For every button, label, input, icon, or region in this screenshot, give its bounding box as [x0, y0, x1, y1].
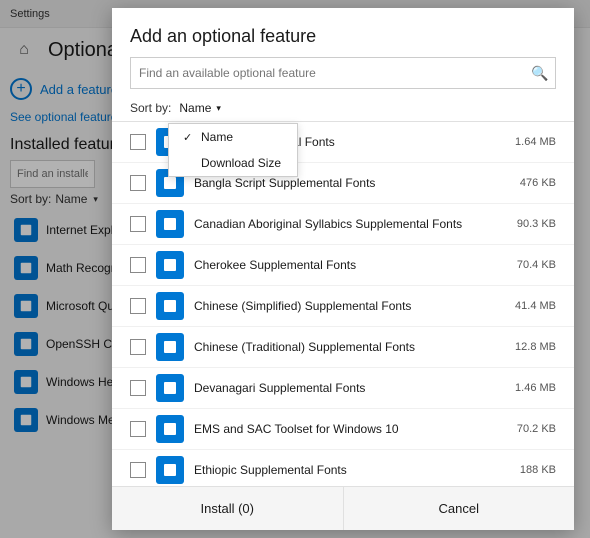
feature-checkbox[interactable]: [130, 421, 146, 437]
modal-sort-row: Sort by: Name ▾ ✓ Name ✓ Download Size: [112, 99, 574, 121]
feature-checkbox[interactable]: [130, 134, 146, 150]
add-optional-feature-modal: Add an optional feature 🔍 Sort by: Name …: [112, 8, 574, 530]
feature-size: 12.8 MB: [515, 341, 556, 353]
feature-name: Chinese (Traditional) Supplemental Fonts: [194, 340, 505, 354]
feature-name: Cherokee Supplemental Fonts: [194, 258, 507, 272]
feature-checkbox[interactable]: [130, 298, 146, 314]
feature-icon: [156, 251, 184, 279]
install-button[interactable]: Install (0): [112, 487, 343, 530]
feature-name: Devanagari Supplemental Fonts: [194, 381, 505, 395]
modal-sort-label: Sort by:: [130, 101, 171, 115]
modal-footer: Install (0) Cancel: [112, 486, 574, 530]
feature-item[interactable]: Devanagari Supplemental Fonts 1.46 MB: [112, 368, 574, 409]
feature-size: 70.2 KB: [517, 423, 556, 435]
feature-name: Bangla Script Supplemental Fonts: [194, 176, 510, 190]
feature-size: 188 KB: [520, 464, 556, 476]
feature-icon: [156, 210, 184, 238]
feature-size: 41.4 MB: [515, 300, 556, 312]
feature-item[interactable]: Cherokee Supplemental Fonts 70.4 KB: [112, 245, 574, 286]
feature-item[interactable]: Chinese (Simplified) Supplemental Fonts …: [112, 286, 574, 327]
feature-icon: [156, 456, 184, 484]
feature-checkbox[interactable]: [130, 216, 146, 232]
feature-name: Chinese (Simplified) Supplemental Fonts: [194, 299, 505, 313]
sort-dropdown-menu: ✓ Name ✓ Download Size: [168, 123, 298, 177]
feature-icon: [156, 374, 184, 402]
feature-checkbox[interactable]: [130, 380, 146, 396]
sort-chevron-icon: ▾: [216, 103, 221, 114]
sort-option-download-size[interactable]: ✓ Download Size: [169, 150, 297, 176]
feature-item[interactable]: EMS and SAC Toolset for Windows 10 70.2 …: [112, 409, 574, 450]
feature-checkbox[interactable]: [130, 257, 146, 273]
feature-name: Canadian Aboriginal Syllabics Supplement…: [194, 217, 507, 231]
modal-sort-dropdown-button[interactable]: Name ▾: [175, 99, 225, 117]
feature-checkbox[interactable]: [130, 462, 146, 478]
feature-size: 1.64 MB: [515, 136, 556, 148]
feature-item[interactable]: Canadian Aboriginal Syllabics Supplement…: [112, 204, 574, 245]
cancel-button[interactable]: Cancel: [343, 487, 575, 530]
search-icon: 🔍: [525, 58, 555, 88]
modal-sort-value: Name: [179, 101, 211, 115]
sort-option-name-label: Name: [201, 130, 233, 144]
check-icon: ✓: [183, 131, 195, 144]
feature-size: 70.4 KB: [517, 259, 556, 271]
sort-option-download-size-label: Download Size: [201, 156, 281, 170]
feature-name: Ethiopic Supplemental Fonts: [194, 463, 510, 477]
modal-search-input[interactable]: [131, 58, 525, 88]
feature-icon: [156, 333, 184, 361]
feature-name: EMS and SAC Toolset for Windows 10: [194, 422, 507, 436]
feature-item[interactable]: Chinese (Traditional) Supplemental Fonts…: [112, 327, 574, 368]
feature-checkbox[interactable]: [130, 175, 146, 191]
feature-size: 1.46 MB: [515, 382, 556, 394]
feature-size: 90.3 KB: [517, 218, 556, 230]
modal-search-bar: 🔍: [130, 57, 556, 89]
sort-option-name[interactable]: ✓ Name: [169, 124, 297, 150]
feature-checkbox[interactable]: [130, 339, 146, 355]
feature-icon: [156, 415, 184, 443]
feature-item[interactable]: Ethiopic Supplemental Fonts 188 KB: [112, 450, 574, 486]
feature-icon: [156, 292, 184, 320]
feature-size: 476 KB: [520, 177, 556, 189]
modal-title: Add an optional feature: [112, 8, 574, 57]
